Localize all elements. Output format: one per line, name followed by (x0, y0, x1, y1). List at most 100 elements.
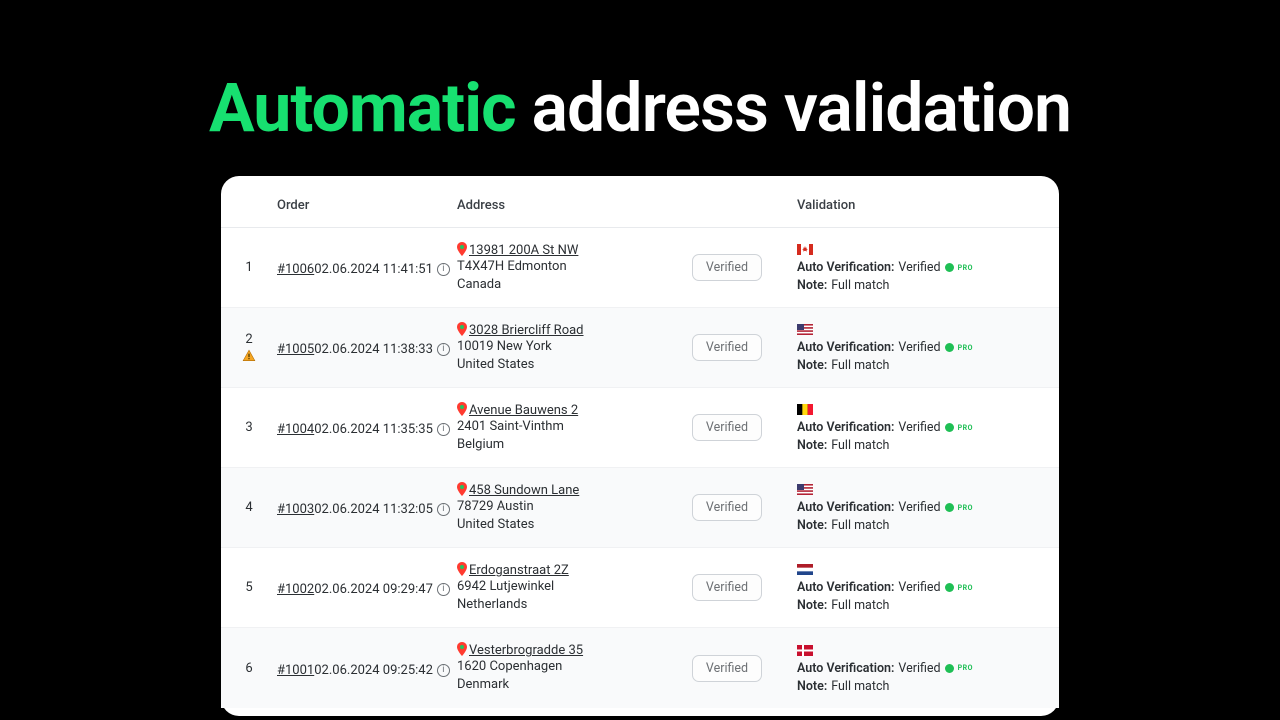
table-row: 5 #100202.06.2024 09:29:47 i Erdoganstraat … (221, 548, 1059, 628)
order-link[interactable]: #1005 (277, 342, 314, 357)
order-link[interactable]: #1002 (277, 582, 314, 597)
row-index-cell: 3 (221, 388, 277, 468)
auto-verification-line: Auto Verification:VerifiedPRO (797, 260, 1059, 275)
row-index: 5 (245, 580, 252, 595)
order-cell: #100202.06.2024 09:29:47 i (277, 548, 457, 628)
map-pin-icon (457, 242, 467, 256)
table-row: 3#100402.06.2024 11:35:35i Avenue Bauwens… (221, 388, 1059, 468)
badge-cell: Verified (657, 548, 797, 628)
info-icon[interactable]: i (437, 503, 450, 516)
order-timestamp: 02.06.2024 11:38:33 i (314, 342, 450, 357)
warning-icon (242, 349, 256, 363)
col-header-validation: Validation (797, 188, 1059, 228)
status-dot-icon (945, 423, 954, 432)
order-link[interactable]: #1004 (277, 422, 314, 437)
order-cell: #100302.06.2024 11:32:05i (277, 468, 457, 548)
info-icon[interactable]: i (437, 263, 450, 276)
flag-icon (797, 244, 813, 255)
auto-verification-label: Auto Verification: (797, 420, 894, 435)
address-line2: T4X47H Edmonton (457, 258, 657, 276)
badge-cell: Verified (657, 388, 797, 468)
address-link[interactable]: Erdoganstraat 2Z (469, 563, 569, 578)
address-link[interactable]: Vesterbrogradde 35 (469, 643, 583, 658)
order-timestamp-text: 02.06.2024 11:41:51 (314, 262, 433, 277)
verified-badge[interactable]: Verified (692, 574, 762, 601)
map-pin-icon (457, 642, 467, 656)
address-country: Belgium (457, 436, 657, 454)
hero: Automatic address validation (0, 0, 1280, 176)
address-line2: 78729 Austin (457, 498, 657, 516)
auto-verification-value: Verified (898, 340, 940, 355)
auto-verification-value: Verified (898, 580, 940, 595)
note-label: Note: (797, 598, 827, 613)
table-row: 1 #100602.06.2024 11:41:51 i 13981 200A St … (221, 228, 1059, 308)
address-country: Canada (457, 276, 657, 294)
order-cell: #100402.06.2024 11:35:35i (277, 388, 457, 468)
address-cell: 3028 Briercliff Road10019 New YorkUnited… (457, 308, 657, 388)
order-link[interactable]: #1006 (277, 262, 314, 277)
note-value: Full match (831, 358, 889, 373)
auto-verification-label: Auto Verification: (797, 260, 894, 275)
validation-cell: Auto Verification:VerifiedPRONote:Full m… (797, 468, 1059, 548)
verified-badge[interactable]: Verified (692, 494, 762, 521)
verified-badge[interactable]: Verified (692, 655, 762, 682)
address-link[interactable]: 13981 200A St NW (469, 243, 578, 258)
order-timestamp-text: 02.06.2024 11:38:33 (314, 342, 433, 357)
note-label: Note: (797, 438, 827, 453)
flag-icon (797, 404, 813, 415)
order-timestamp-text: 02.06.2024 09:25:42 (314, 663, 433, 678)
verified-badge[interactable]: Verified (692, 414, 762, 441)
address-link[interactable]: 458 Sundown Lane (469, 483, 579, 498)
info-icon[interactable]: i (437, 423, 450, 436)
map-pin-icon (457, 562, 467, 576)
note-label: Note: (797, 358, 827, 373)
status-dot-icon (945, 343, 954, 352)
auto-verification-value: Verified (898, 420, 940, 435)
validation-cell: Auto Verification:VerifiedPRO Note: Full m… (797, 308, 1059, 388)
order-timestamp: 02.06.2024 11:35:35i (314, 422, 450, 437)
verified-badge[interactable]: Verified (692, 254, 762, 281)
note-value: Full match (831, 278, 889, 293)
address-country: Netherlands (457, 596, 657, 614)
order-link[interactable]: #1003 (277, 502, 314, 517)
address-cell: 13981 200A St NWT4X47H EdmontonCanada (457, 228, 657, 308)
validation-cell: Auto Verification:VerifiedPRONote:Full m… (797, 228, 1059, 308)
status-dot-icon (945, 583, 954, 592)
order-link[interactable]: #1001 (277, 663, 314, 678)
orders-panel: Order Address Validation 1#100602.06.202… (221, 176, 1059, 716)
note-line: Note:Full match (797, 438, 1059, 453)
flag-icon (797, 645, 813, 656)
address-country: United States (457, 516, 657, 534)
badge-cell: Verified (657, 628, 797, 708)
address-link[interactable]: 3028 Briercliff Road (469, 323, 584, 338)
validation-cell: Auto Verification:VerifiedPRONote:Full m… (797, 388, 1059, 468)
table-row: 6 #100102.06.2024 09:25:42 i Vesterbrogradd… (221, 628, 1059, 708)
status-dot-icon (945, 664, 954, 673)
auto-verification-label: Auto Verification: (797, 661, 894, 676)
verified-badge[interactable]: Verified (692, 334, 762, 361)
address-cell: 458 Sundown Lane78729 AustinUnited State… (457, 468, 657, 548)
row-index: 6 (245, 661, 252, 676)
auto-verification-line: Auto Verification:VerifiedPRO (797, 340, 1059, 355)
table-row: 4#100302.06.2024 11:32:05i458 Sundown La… (221, 468, 1059, 548)
order-timestamp: 02.06.2024 09:29:47 i (314, 582, 450, 597)
info-icon[interactable]: i (437, 664, 450, 677)
orders-table: Order Address Validation 1#100602.06.202… (221, 188, 1059, 708)
info-icon[interactable]: i (437, 343, 450, 356)
pro-tag: PRO (958, 664, 973, 672)
info-icon[interactable]: i (437, 583, 450, 596)
row-index: 4 (245, 500, 252, 515)
address-line2: 10019 New York (457, 338, 657, 356)
map-pin-icon (457, 322, 467, 336)
order-timestamp-text: 02.06.2024 09:29:47 (314, 582, 433, 597)
note-value: Full match (831, 598, 889, 613)
address-link[interactable]: Avenue Bauwens 2 (469, 403, 578, 418)
order-timestamp: 02.06.2024 11:32:05i (314, 502, 450, 517)
flag-icon (797, 484, 813, 495)
auto-verification-line: Auto Verification:VerifiedPRO (797, 661, 1059, 676)
address-country: Denmark (457, 676, 657, 694)
page-title: Automatic address validation (0, 68, 1280, 148)
row-index: 1 (245, 260, 252, 275)
title-rest: address validation (516, 68, 1071, 148)
col-header-address: Address (457, 188, 657, 228)
